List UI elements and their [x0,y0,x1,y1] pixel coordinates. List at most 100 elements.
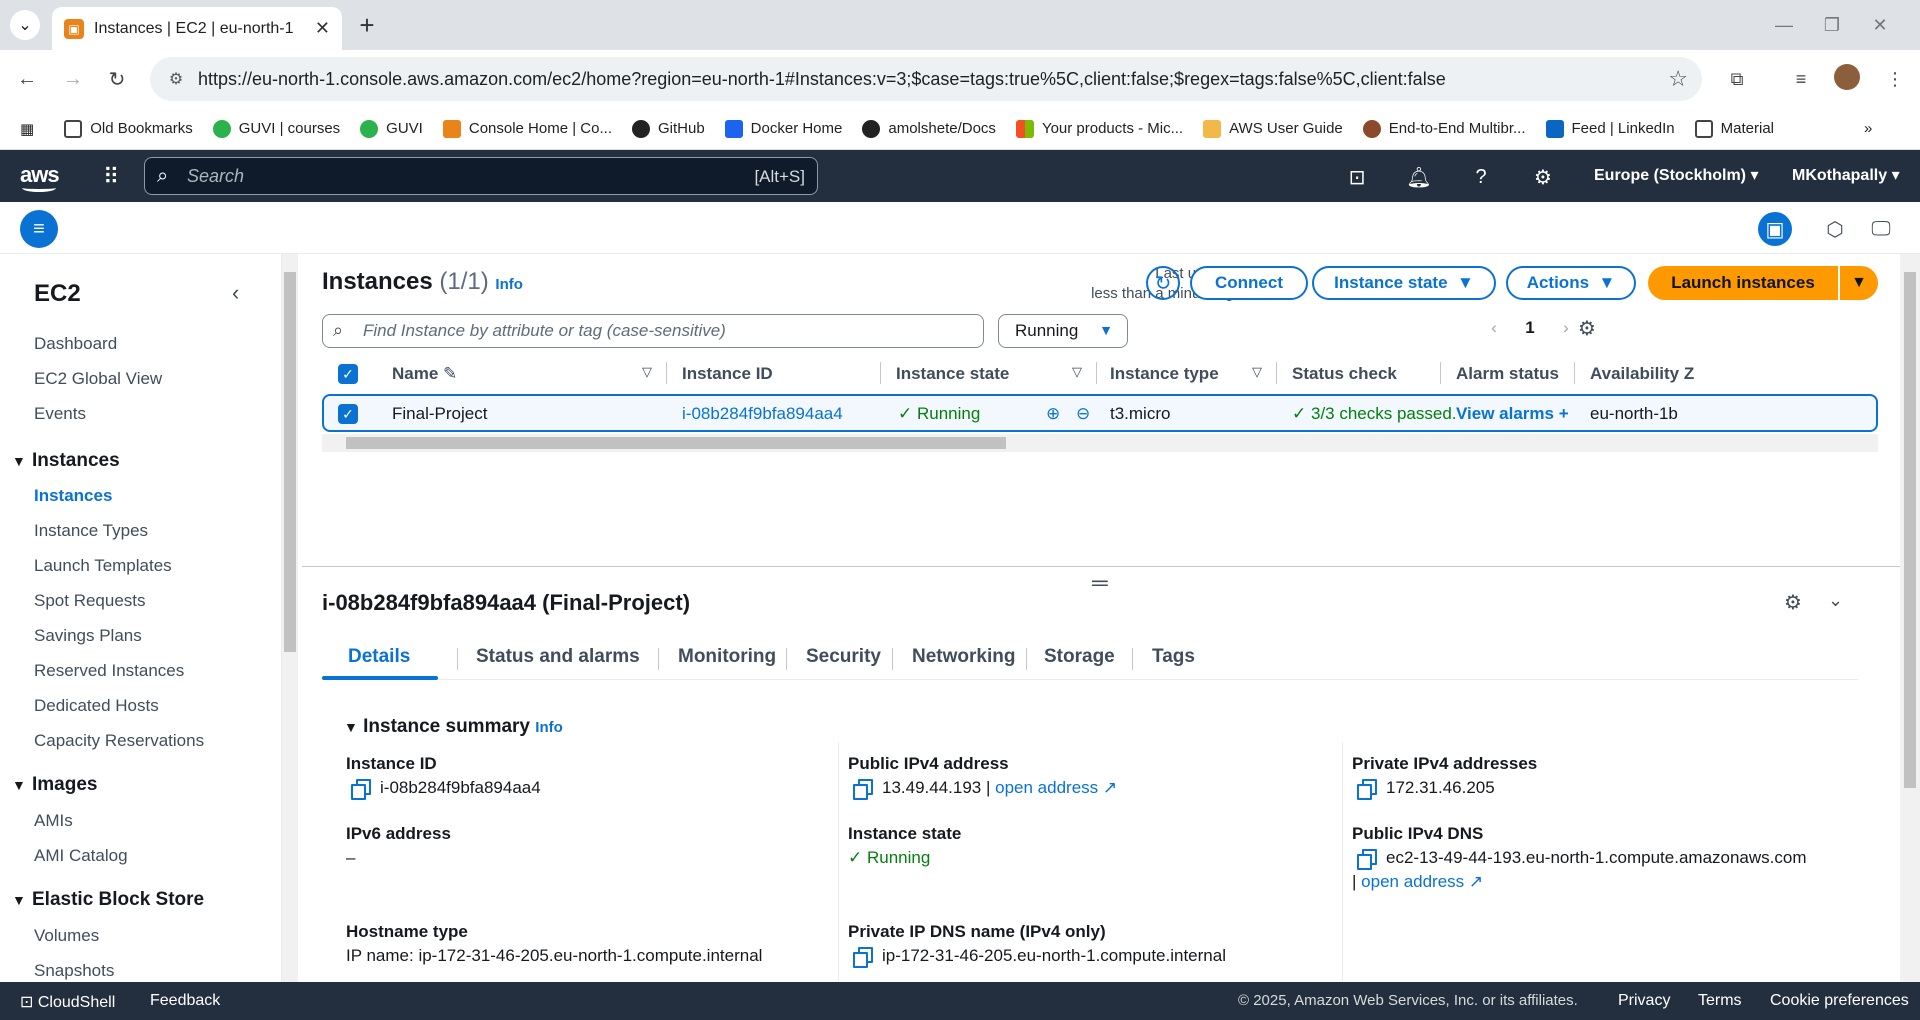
next-page-icon[interactable]: › [1554,318,1578,338]
col-alarm-status[interactable]: Alarm status [1456,364,1559,384]
zoom-out-icon[interactable]: ⊖ [1076,404,1090,424]
back-icon[interactable]: ← [12,64,42,94]
tab-storage[interactable]: Storage [1044,646,1115,668]
launch-dropdown-icon[interactable]: ▼ [1840,266,1878,300]
sort-icon[interactable]: ▽ [1252,364,1262,380]
cloudshell-icon[interactable]: ⊡ [1342,162,1372,192]
col-availability-zone[interactable]: Availability Z [1590,364,1694,384]
instance-summary-heading[interactable]: ▼ Instance summary Info [344,716,563,738]
bookmark-star-icon[interactable]: ☆ [1668,66,1688,92]
col-instance-state[interactable]: Instance state [896,364,1009,384]
sidebar-item-reserved-instances[interactable]: Reserved Instances [34,661,184,681]
col-status-check[interactable]: Status check [1292,364,1397,384]
refresh-icon[interactable]: ↻ [1146,266,1180,300]
help-icon[interactable]: ? [1466,162,1496,192]
terms-link[interactable]: Terms [1698,992,1742,1010]
sidebar-item-capacity-reservations[interactable]: Capacity Reservations [34,731,204,751]
sidebar-item-snapshots[interactable]: Snapshots [34,961,114,981]
sidebar-item-instances[interactable]: Instances [34,486,112,506]
cloudshell-link[interactable]: ⊡ CloudShell [20,992,115,1012]
sidebar-scrollbar[interactable] [282,254,298,982]
zoom-in-icon[interactable]: ⊕ [1046,404,1060,424]
site-info-icon[interactable]: ⚙ [164,67,188,91]
copy-icon[interactable] [852,946,873,968]
sidebar-item-events[interactable]: Events [34,404,86,424]
profile-avatar[interactable] [1834,64,1860,90]
col-name[interactable]: Name ✎ [392,364,457,384]
state-filter-select[interactable]: Running ▼ [998,314,1128,348]
bell-icon[interactable]: 🔔︎ [1404,162,1434,192]
tab-networking[interactable]: Networking [912,646,1015,668]
side-nav-toggle-icon[interactable]: ≡ [20,210,58,248]
select-all-checkbox[interactable]: ✓ [338,364,358,384]
chevron-down-icon[interactable]: ⌄ [1828,590,1843,611]
bookmark-old-bookmarks[interactable]: Old Bookmarks [64,119,193,138]
tab-status-and-alarms[interactable]: Status and alarms [476,646,640,668]
resize-handle-icon[interactable]: ═ [1092,570,1108,596]
aws-logo[interactable]: aws [20,162,60,192]
info-link[interactable]: Info [535,719,563,736]
new-tab-icon[interactable]: + [352,10,382,40]
page-number[interactable]: 1 [1518,318,1542,338]
tab-details[interactable]: Details [348,646,410,668]
info-link[interactable]: Info [495,276,523,293]
minimize-icon[interactable]: — [1764,8,1804,42]
sidebar-item-volumes[interactable]: Volumes [34,926,99,946]
prev-page-icon[interactable]: ‹ [1482,318,1506,338]
bookmark-material[interactable]: Material [1694,119,1774,138]
tab-tags[interactable]: Tags [1152,646,1195,668]
details-settings-icon[interactable]: ⚙ [1784,590,1802,615]
sidebar-item-savings-plans[interactable]: Savings Plans [34,626,142,646]
row-instance-id-link[interactable]: i-08b284f9bfa894aa4 [682,404,843,424]
col-instance-type[interactable]: Instance type [1110,364,1219,384]
restore-icon[interactable]: ❐ [1812,8,1852,42]
sidebar-item-launch-templates[interactable]: Launch Templates [34,556,172,576]
sidebar-section-ebs[interactable]: ▼ Elastic Block Store [12,889,204,911]
connect-button[interactable]: Connect [1190,266,1308,300]
region-selector[interactable]: Europe (Stockholm) ▾ [1594,165,1758,185]
search-input[interactable]: ⌕ Search [Alt+S] [144,157,818,195]
apps-icon[interactable]: ▦ [20,120,34,138]
sidebar-item-dashboard[interactable]: Dashboard [34,334,117,354]
view-alarms-link[interactable]: View alarms + [1456,404,1569,424]
panel-icon[interactable]: ▣ [1758,212,1792,246]
bookmark-your-products[interactable]: Your products - Mic... [1015,119,1183,138]
bookmark-guvi-courses[interactable]: GUVI | courses [212,119,340,138]
table-horizontal-scrollbar[interactable] [322,434,1878,452]
close-window-icon[interactable]: ✕ [1860,8,1900,42]
open-address-link[interactable]: open address [995,778,1098,798]
copy-icon[interactable] [1356,778,1377,800]
media-control-icon[interactable]: ≡ [1786,64,1816,94]
cookie-preferences-link[interactable]: Cookie preferences [1770,992,1909,1010]
open-address-link[interactable]: open address [1361,872,1464,892]
bookmark-guvi[interactable]: GUVI [360,119,423,138]
browser-tab[interactable]: ▣ Instances | EC2 | eu-north-1 ✕ [52,7,342,50]
copy-icon[interactable] [350,778,371,800]
tab-security[interactable]: Security [806,646,881,668]
bookmark-amolshete-docs[interactable]: amolshete/Docs [862,119,996,138]
bookmark-console-home[interactable]: Console Home | Co... [442,119,612,138]
bookmark-github[interactable]: GitHub [631,119,705,138]
sidebar-item-spot-requests[interactable]: Spot Requests [34,591,146,611]
sort-icon[interactable]: ▽ [642,364,652,380]
gear-icon[interactable]: ⚙ [1528,162,1558,192]
col-instance-id[interactable]: Instance ID [682,364,773,384]
collapse-sidebar-icon[interactable]: ‹ [232,280,239,306]
sidebar-item-global-view[interactable]: EC2 Global View [34,369,162,389]
address-bar[interactable]: ⚙ https://eu-north-1.console.aws.amazon.… [150,57,1702,101]
account-menu[interactable]: MKothapally ▾ [1792,165,1900,185]
privacy-link[interactable]: Privacy [1618,992,1670,1010]
browser-menu-icon[interactable]: ⋮ [1880,64,1910,94]
extensions-icon[interactable]: ⧉ [1722,64,1752,94]
instance-filter-input[interactable]: ⌕ Find Instance by attribute or tag (cas… [322,314,984,348]
tab-search-icon[interactable]: ⌄ [10,10,40,40]
table-settings-icon[interactable]: ⚙ [1578,316,1596,341]
main-scrollbar[interactable] [1900,254,1920,982]
launch-instances-button[interactable]: Launch instances [1648,266,1838,300]
tab-monitoring[interactable]: Monitoring [678,646,776,668]
sort-icon[interactable]: ▽ [1072,364,1082,380]
sidebar-section-images[interactable]: ▼ Images [12,774,97,796]
copy-icon[interactable] [1356,848,1377,870]
tab-close-icon[interactable]: ✕ [315,18,330,39]
sidebar-section-instances[interactable]: ▼ Instances [12,450,120,472]
